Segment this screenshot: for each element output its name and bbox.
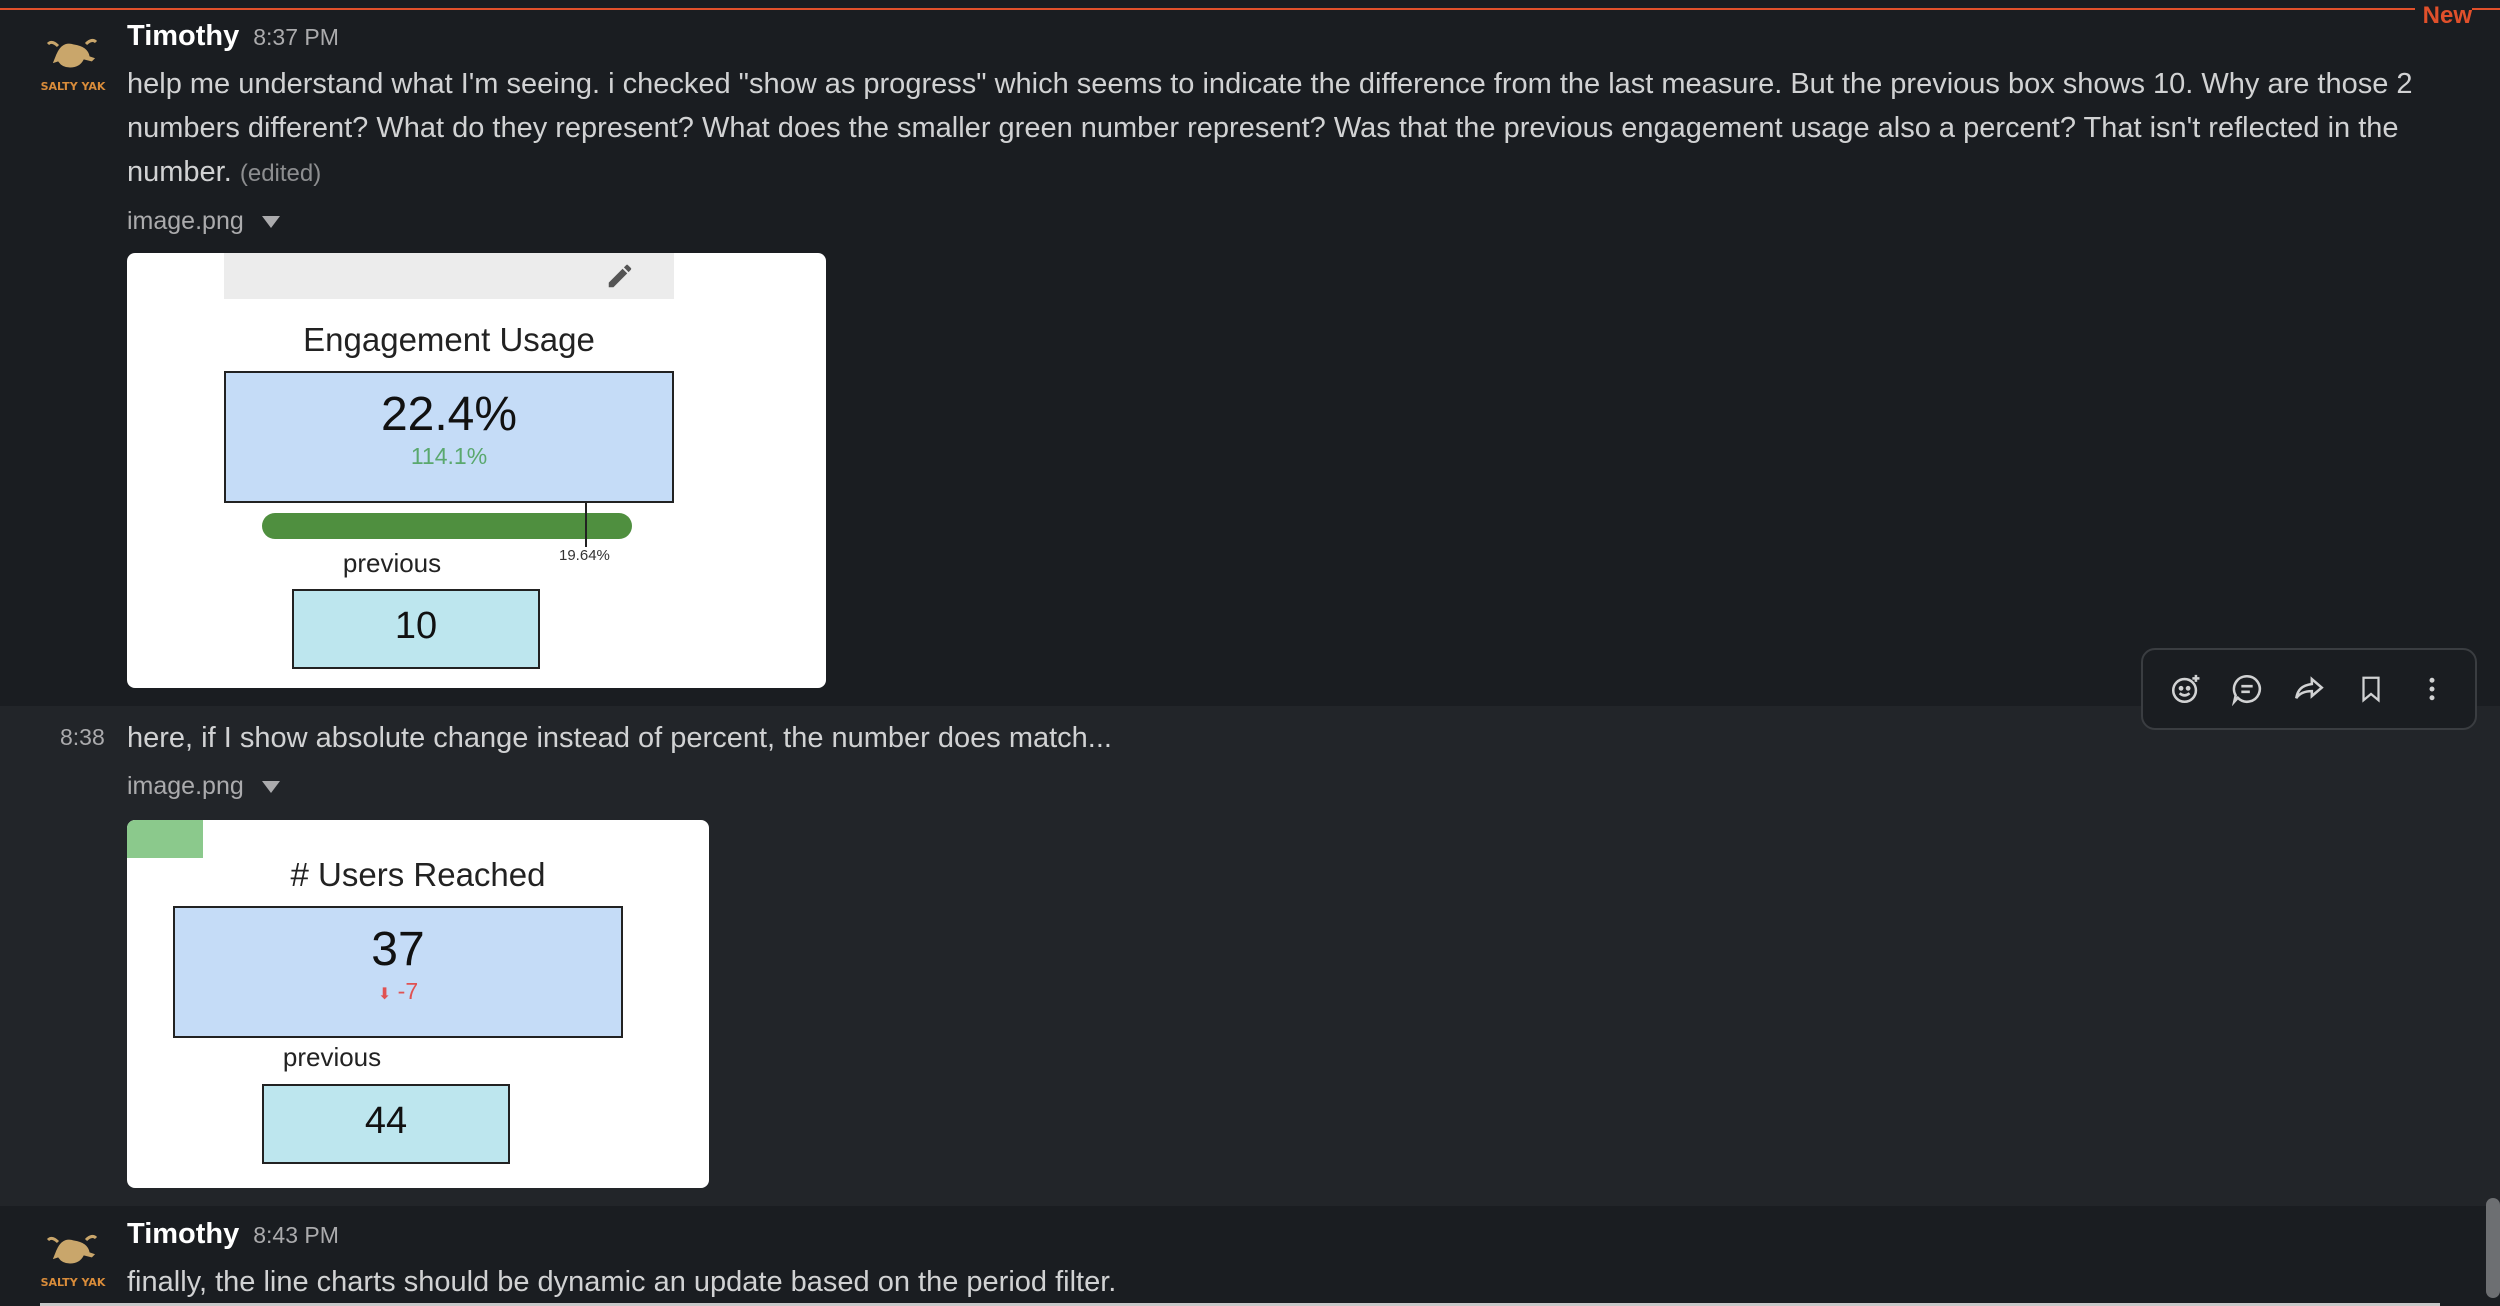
message-text: help me understand what I'm seeing. i ch… [127, 62, 2464, 196]
message-time[interactable]: 8:37 PM [253, 24, 339, 50]
message-body: finally, the line charts should be dynam… [127, 1266, 1117, 1298]
avatar-label: SALTY YAK [41, 1276, 106, 1289]
edited-marker: (edited) [239, 160, 322, 187]
previous-label: previous [282, 1042, 382, 1072]
metric-value: 37 [371, 923, 425, 976]
message-2: 8:38 here, if I show absolute change ins… [0, 706, 2500, 1206]
previous-box: 10 [292, 589, 540, 669]
author-name[interactable]: Timothy 8:37 PM [127, 20, 339, 53]
message-text: here, if I show absolute change instead … [127, 716, 2464, 760]
previous-value: 44 [364, 1100, 408, 1142]
progress-bar [262, 513, 632, 539]
card-corner-tab [127, 820, 203, 858]
chevron-down-icon[interactable] [261, 781, 280, 794]
message-body: here, if I show absolute change instead … [127, 722, 1112, 754]
message-text: finally, the line charts should be dynam… [127, 1260, 2464, 1304]
previous-box: 44 [262, 1084, 510, 1164]
arrow-down-icon: ⬇ [377, 986, 392, 1003]
message-time[interactable]: 8:43 PM [253, 1222, 339, 1248]
message-time[interactable]: 8:38 [60, 724, 105, 751]
progress-marker [585, 503, 587, 547]
share-forward-icon[interactable] [2289, 669, 2329, 709]
pencil-icon [605, 261, 635, 296]
value-box: 37 ⬇ -7 [173, 906, 623, 1038]
file-name[interactable]: image.png [127, 772, 280, 801]
author-label[interactable]: Timothy [127, 20, 239, 52]
image-attachment[interactable]: Engagement Usage 22.4% 114.1% 19.64% pre… [127, 253, 826, 688]
metric-delta-row: ⬇ -7 [175, 978, 621, 1005]
avatar-label: SALTY YAK [41, 80, 106, 93]
avatar[interactable]: SALTY YAK [36, 32, 110, 94]
message-body: help me understand what I'm seeing. i ch… [127, 68, 2413, 188]
author-label[interactable]: Timothy [127, 1218, 239, 1250]
progress-marker-label: 19.64% [559, 547, 610, 564]
new-messages-divider: New [0, 2, 2500, 30]
message-3: SALTY YAK Timothy 8:43 PM finally, the li… [0, 1206, 2500, 1306]
previous-label: previous [342, 548, 442, 578]
value-box: 22.4% 114.1% [224, 371, 674, 503]
card-title: # Users Reached [290, 856, 546, 893]
file-name-text[interactable]: image.png [127, 207, 244, 235]
message-actions-toolbar [2141, 648, 2477, 730]
message-1: SALTY YAK Timothy 8:37 PM help me underst… [0, 12, 2500, 712]
add-reaction-icon[interactable] [2166, 669, 2206, 709]
card-title: Engagement Usage [303, 321, 595, 358]
author-name[interactable]: Timothy 8:43 PM [127, 1218, 339, 1251]
metric-delta: 114.1% [410, 443, 488, 469]
more-actions-icon[interactable] [2412, 669, 2452, 709]
previous-value: 10 [394, 605, 438, 647]
file-name[interactable]: image.png [127, 207, 280, 236]
chevron-down-icon[interactable] [261, 216, 280, 229]
file-name-text[interactable]: image.png [127, 772, 244, 800]
avatar[interactable]: SALTY YAK [36, 1228, 110, 1290]
reply-thread-icon[interactable] [2227, 669, 2267, 709]
metric-value: 22.4% [380, 388, 518, 441]
scrollbar-thumb[interactable] [2486, 1198, 2500, 1298]
image-attachment[interactable]: # Users Reached 37 ⬇ -7 previous 44 [127, 820, 709, 1188]
bookmark-icon[interactable] [2351, 669, 2391, 709]
metric-delta: -7 [397, 978, 419, 1004]
